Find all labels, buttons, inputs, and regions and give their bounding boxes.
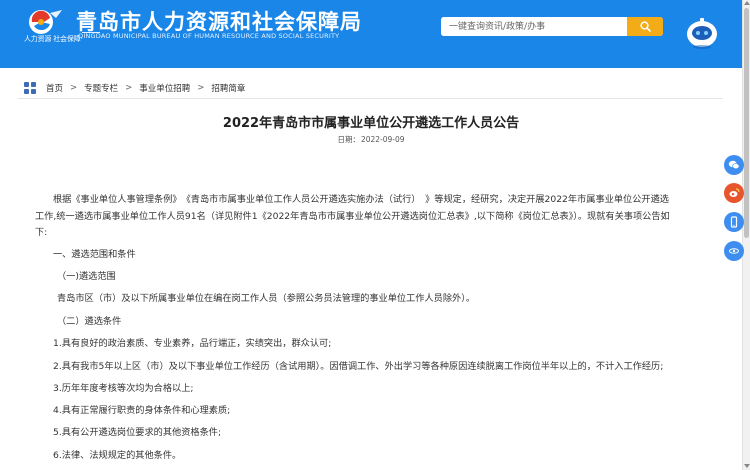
breadcrumb-home[interactable]: 首页 — [46, 82, 63, 94]
article-date: 日期：2022-09-09 — [0, 134, 742, 145]
mobile-version-button[interactable] — [724, 212, 744, 232]
intro-line: 根据《事业单位人事管理条例》 《青岛市市属事业单位工作人员公开遴选实施办法（试行… — [53, 194, 669, 205]
site-subtitle-en: QINGDAO MUNICIPAL BUREAU OF HUMAN RESOUR… — [78, 32, 340, 40]
breadcrumb-separator: > — [197, 83, 205, 93]
breadcrumb-institution-recruitment[interactable]: 事业单位招聘 — [139, 82, 190, 94]
condition-item: 6.法律、法规规定的其他条件。 — [53, 450, 182, 461]
breadcrumb-divider — [18, 98, 723, 99]
site-header: 人力资源 社会保障 青岛市人力资源和社会保障局 QINGDAO MUNICIPA… — [0, 0, 742, 68]
scope-text: 青岛市区（市）及以下所属事业单位在编在岗工作人员（参照公务员法管理的事业单位工作… — [57, 293, 476, 304]
breadcrumb-separator: > — [70, 83, 78, 93]
condition-item: 2.具有我市5年以上区（市）及以下事业单位工作经历（含试用期）。因借调工作、外出… — [53, 361, 664, 372]
subsection-heading: （一)遴选范围 — [57, 271, 116, 282]
search-icon — [639, 21, 651, 32]
scrollbar-thumb[interactable] — [744, 8, 749, 238]
scroll-up-arrow-icon[interactable] — [744, 1, 750, 5]
top-icon — [729, 248, 739, 254]
condition-item: 3.历年年度考核等次均为合格以上; — [53, 383, 194, 394]
section-heading: 一、遴选范围和条件 — [53, 249, 136, 260]
date-value: 2022-09-09 — [360, 135, 405, 144]
condition-item: 1.具有良好的政治素质、专业素养，品行端正，实绩突出，群众认可; — [53, 338, 332, 349]
intro-line: 下: — [35, 227, 48, 238]
intro-line: 工作,统一遴选市属事业单位工作人员91名（详见附件1《2022年青岛市市属事业单… — [35, 210, 670, 222]
mobile-icon — [730, 216, 738, 228]
date-label: 日期： — [337, 135, 360, 144]
condition-item: 4.具有正常履行职责的身体条件和心理素质; — [53, 405, 231, 416]
logo-caption: 人力资源 社会保障 — [24, 35, 81, 43]
back-to-top-button[interactable] — [724, 241, 744, 261]
search-box — [441, 17, 663, 36]
breadcrumb-special-topics[interactable]: 专题专栏 — [84, 82, 118, 94]
robot-assistant-icon[interactable] — [684, 16, 720, 50]
condition-item: 5.具有公开遴选岗位要求的其他资格条件; — [53, 427, 222, 438]
wechat-icon — [728, 160, 740, 170]
article-title: 2022年青岛市市属事业单位公开遴选工作人员公告 — [222, 116, 520, 131]
weibo-icon — [729, 188, 740, 197]
bureau-logo-icon[interactable] — [26, 8, 66, 36]
weibo-share-button[interactable] — [724, 183, 744, 203]
page-scrollbar[interactable] — [742, 0, 750, 470]
breadcrumb: 首页 > 专题专栏 > 事业单位招聘 > 招聘简章 — [24, 79, 245, 97]
breadcrumb-separator: > — [125, 83, 133, 93]
grid-icon — [24, 82, 36, 94]
scroll-down-arrow-icon[interactable] — [744, 464, 750, 468]
search-input[interactable] — [441, 17, 627, 36]
search-button[interactable] — [627, 17, 663, 36]
breadcrumb-recruitment-brief[interactable]: 招聘简章 — [211, 82, 245, 94]
subsection-heading: （二）遴选条件 — [57, 316, 122, 327]
wechat-share-button[interactable] — [724, 155, 744, 175]
